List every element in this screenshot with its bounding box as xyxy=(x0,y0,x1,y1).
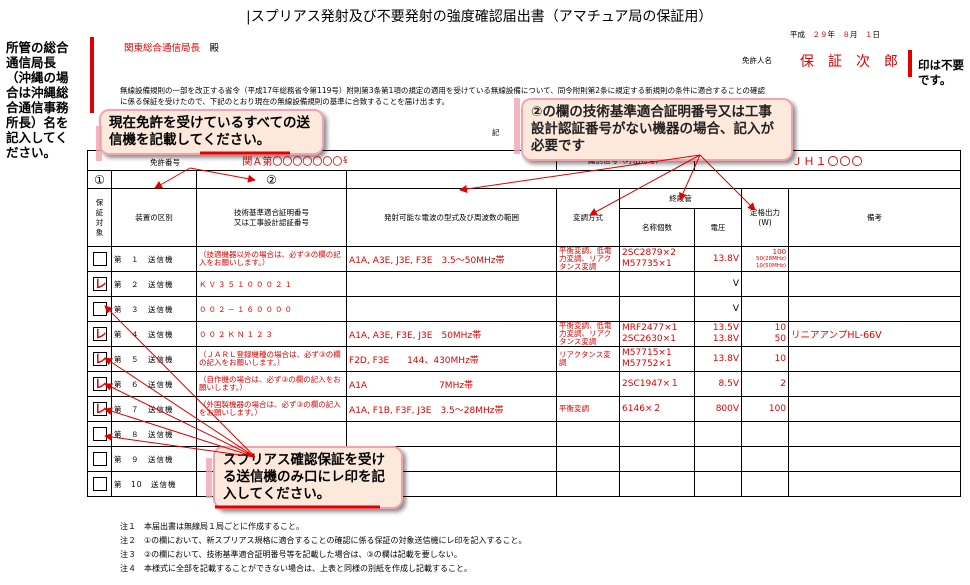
arrow-to-cert-col xyxy=(189,167,256,183)
notes: 注１ 本届出書は無線局１局ごとに作成すること。 注２ ①の欄において、新スプリア… xyxy=(120,520,526,576)
annotation-arrows xyxy=(96,98,756,509)
note-4: 注４ 本様式に全部を記載することができない場合は、上表と同様の別紙を作成し記載す… xyxy=(120,564,472,573)
note-3: 注３ ②の欄において、技術基準適合証明番号等を記載した場合は、③の欄は記載を要し… xyxy=(120,550,462,559)
arrow-to-device-col xyxy=(154,167,191,189)
note-1: 注１ 本届出書は無線局１局ごとに作成すること。 xyxy=(120,522,304,531)
note-2: 注２ ①の欄において、新スプリアス規格に適合することの確認に係る保証の対象送信機… xyxy=(120,536,527,545)
